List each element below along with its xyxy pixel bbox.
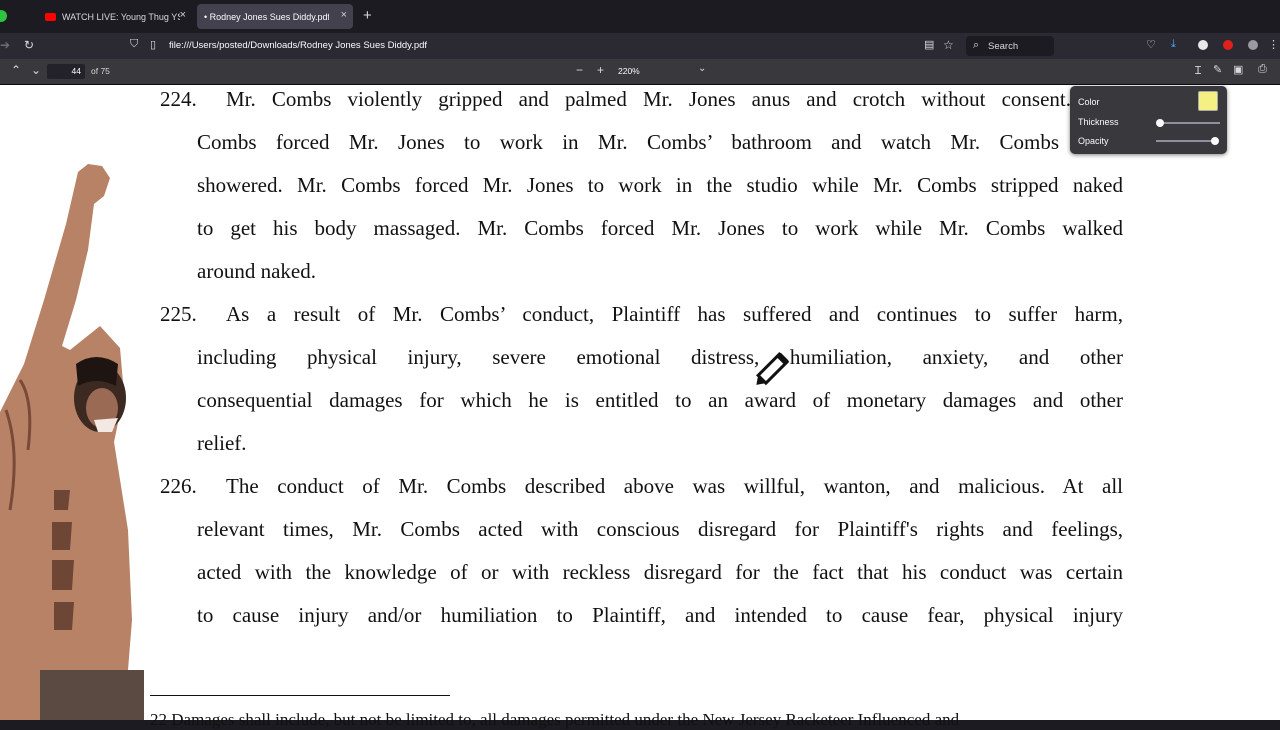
previous-page-icon[interactable]: ⌃: [11, 63, 21, 77]
opacity-slider[interactable]: [1156, 140, 1218, 142]
zoom-level: 220%: [618, 66, 640, 76]
text-line: Combs forced Mr. Jones to work in Mr. Co…: [197, 130, 1059, 154]
pocket-icon[interactable]: ♡: [1146, 38, 1156, 51]
search-input[interactable]: ⌕ Search: [966, 36, 1054, 56]
pencil-cursor-icon: [756, 352, 790, 386]
tab-pdf-document[interactable]: • Rodney Jones Sues Diddy.pdf ×: [197, 4, 353, 29]
footnote-divider: [150, 695, 450, 696]
page-count: of 75: [91, 66, 110, 76]
footnote-text: 22 Damages shall include, but not be lim…: [150, 710, 960, 729]
text-line: As a result of Mr. Combs’ conduct, Plain…: [226, 302, 1123, 326]
window-zoom-button[interactable]: [0, 10, 7, 22]
chevron-down-icon: ⌄: [698, 63, 707, 74]
text-line: relief.: [197, 431, 247, 455]
text-line: acted with the knowledge of or with reck…: [197, 560, 1123, 584]
text-line: Mr. Combs violently gripped and palmed M…: [226, 87, 1071, 111]
text-line: to get his body massaged. Mr. Combs forc…: [197, 216, 1123, 240]
opacity-slider-handle[interactable]: [1211, 137, 1219, 145]
draw-tool-icon[interactable]: ✎: [1213, 63, 1222, 76]
opacity-label: Opacity: [1078, 136, 1109, 146]
new-tab-button[interactable]: +: [363, 7, 372, 24]
ink-settings-popup: Color Thickness Opacity: [1070, 86, 1227, 154]
page-number-input[interactable]: 44: [47, 64, 85, 79]
search-placeholder: Search: [988, 41, 1019, 52]
pdf-toolbar: ⌃ ⌄ 44 of 75 − + 220% ⌄ Ɪ ✎ ▣ ⎙: [0, 59, 1280, 85]
close-tab-icon[interactable]: ×: [180, 9, 186, 21]
print-icon[interactable]: ⎙: [1258, 63, 1267, 76]
reader-view-icon[interactable]: ▤: [924, 38, 934, 51]
thickness-slider[interactable]: [1158, 122, 1220, 124]
paragraph-number: 226.: [160, 474, 197, 498]
zoom-in-button[interactable]: +: [597, 63, 604, 77]
extension-icon[interactable]: [1248, 40, 1258, 50]
color-swatch[interactable]: [1198, 91, 1218, 111]
text-tool-icon[interactable]: Ɪ: [1195, 63, 1201, 78]
url-bar[interactable]: file:///Users/posted/Downloads/Rodney Jo…: [169, 40, 427, 51]
text-line: relevant times, Mr. Combs acted with con…: [197, 517, 1123, 541]
person-overlay-image: [0, 158, 146, 720]
text-line: including physical injury, severe emotio…: [197, 345, 1123, 369]
text-line: showered. Mr. Combs forced Mr. Jones to …: [197, 173, 1123, 197]
text-line: around naked.: [197, 259, 316, 283]
file-icon: ▯: [150, 39, 157, 51]
tab-label: WATCH LIVE: Young Thug YSL: [62, 11, 180, 22]
next-page-icon[interactable]: ⌄: [31, 63, 41, 77]
close-tab-icon[interactable]: ×: [341, 9, 347, 21]
shield-icon[interactable]: ⛉: [130, 38, 138, 51]
text-line: to cause injury and/or humiliation to Pl…: [197, 603, 1123, 627]
text-line: The conduct of Mr. Combs described above…: [226, 474, 1123, 498]
image-tool-icon[interactable]: ▣: [1233, 63, 1243, 76]
thickness-slider-handle[interactable]: [1156, 119, 1164, 127]
tab-label: • Rodney Jones Sues Diddy.pdf: [204, 11, 329, 22]
thickness-label: Thickness: [1078, 117, 1119, 127]
youtube-icon: [45, 12, 56, 21]
reload-icon[interactable]: ↻: [24, 38, 34, 52]
bookmark-star-icon[interactable]: ☆: [943, 38, 954, 52]
extension-icon[interactable]: [1198, 40, 1208, 50]
navigation-bar: ➔ ↻ ⛉ ▯ file:///Users/posted/Downloads/R…: [0, 33, 1280, 59]
pdf-page: 224. Mr. Combs violently gripped and pal…: [0, 85, 1280, 729]
tab-strip: WATCH LIVE: Young Thug YSL × • Rodney Jo…: [0, 0, 1280, 33]
zoom-out-button[interactable]: −: [576, 63, 583, 77]
forward-icon[interactable]: ➔: [0, 38, 10, 52]
color-label: Color: [1078, 97, 1100, 107]
paragraph-number: 224.: [160, 87, 197, 111]
paragraph-number: 225.: [160, 302, 197, 326]
tab-youtube-live[interactable]: WATCH LIVE: Young Thug YSL ×: [36, 4, 192, 29]
menu-icon[interactable]: ⋮: [1268, 38, 1279, 51]
extension-icon[interactable]: [1223, 40, 1233, 50]
search-icon: ⌕: [973, 39, 980, 51]
text-line: consequential damages for which he is en…: [197, 388, 1123, 412]
downloads-icon[interactable]: ⤓: [1171, 38, 1176, 51]
